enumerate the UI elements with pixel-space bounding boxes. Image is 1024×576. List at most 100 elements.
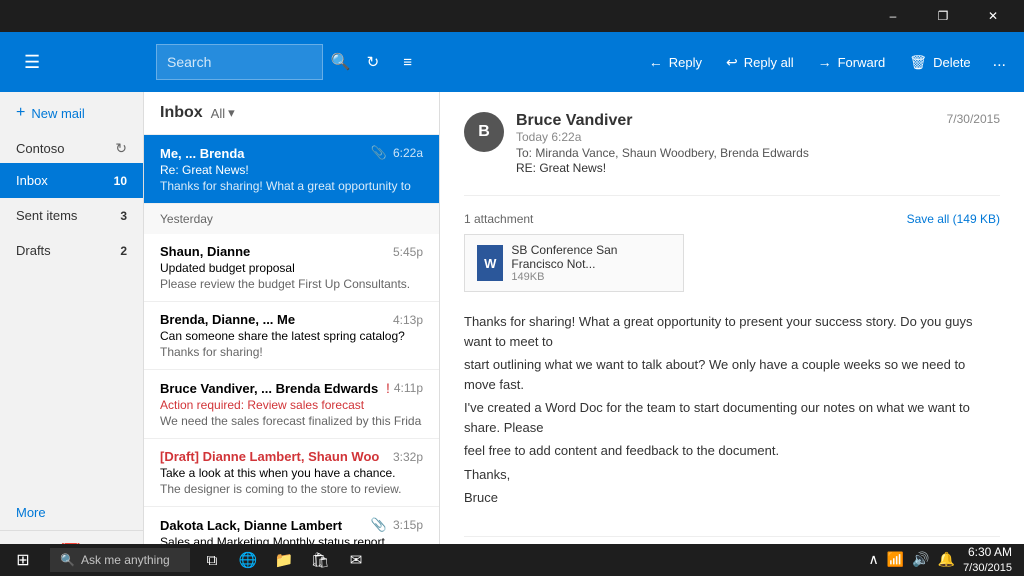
- attachment-name: SB Conference San Francisco Not...: [511, 243, 671, 271]
- email-view: B Bruce Vandiver Today 6:22a To: Miranda…: [440, 92, 1024, 576]
- store-icon[interactable]: 🛍: [302, 544, 338, 576]
- sidebar-item-drafts[interactable]: Drafts 2: [0, 233, 143, 268]
- email-subject: Updated budget proposal: [160, 261, 423, 275]
- email-preview: Please review the budget First Up Consul…: [160, 277, 423, 291]
- attachment-info: SB Conference San Francisco Not... 149KB: [511, 243, 671, 283]
- clock-date: 7/30/2015: [963, 561, 1012, 575]
- list-item[interactable]: Bruce Vandiver, ... Brenda Edwards ! 4:1…: [144, 370, 439, 439]
- forward-button[interactable]: → Forward: [806, 32, 898, 92]
- app-window: ☰ Search 🔍 ↻ ≡ ← Reply ↩ Reply all → For…: [0, 32, 1024, 576]
- filter-chevron-icon: ▾: [228, 105, 235, 121]
- reply-all-button[interactable]: ↩ Reply all: [714, 32, 806, 92]
- list-item[interactable]: [Draft] Dianne Lambert, Shaun Woo 3:32p …: [144, 439, 439, 507]
- body-line-3: I've created a Word Doc for the team to …: [464, 398, 1000, 437]
- email-body-divider: [464, 536, 1000, 537]
- email-sender: Dakota Lack, Dianne Lambert: [160, 518, 342, 533]
- refresh-button[interactable]: ↻: [359, 47, 388, 77]
- email-send-date: Today 6:22a: [516, 130, 935, 144]
- mail-taskbar-icon[interactable]: ✉: [338, 544, 374, 576]
- drafts-label: Drafts: [16, 243, 51, 258]
- email-sender: Shaun, Dianne: [160, 244, 250, 259]
- flag-icon: !: [386, 380, 390, 396]
- maximize-button[interactable]: ❐: [920, 0, 966, 32]
- save-all-link[interactable]: Save all (149 KB): [907, 212, 1000, 226]
- email-to-line: To: Miranda Vance, Shaun Woodbery, Brend…: [516, 146, 935, 160]
- start-button[interactable]: ⊞: [0, 544, 46, 576]
- avatar: B: [464, 112, 504, 152]
- filter-button[interactable]: All ▾: [211, 105, 235, 121]
- email-preview: Thanks for sharing!: [160, 345, 423, 359]
- attachment-row: 1 attachment Save all (149 KB): [464, 212, 1000, 226]
- list-item[interactable]: Me, ... Brenda 📎 6:22a Re: Great News! T…: [144, 135, 439, 204]
- notification-icon[interactable]: 🔔: [938, 551, 955, 568]
- close-button[interactable]: ✕: [970, 0, 1016, 32]
- tray-chevron-icon[interactable]: ∧: [869, 551, 879, 568]
- more-button[interactable]: ...: [983, 32, 1016, 92]
- list-icon-button[interactable]: ≡: [395, 48, 420, 77]
- nav-items: Inbox 10 Sent items 3 Drafts 2: [0, 163, 143, 495]
- new-mail-plus-icon: +: [16, 104, 25, 122]
- drafts-count: 2: [120, 244, 127, 258]
- email-actions: ← Reply ↩ Reply all → Forward 🗑 Delete .…: [637, 32, 1024, 92]
- list-item[interactable]: Brenda, Dianne, ... Me 4:13p Can someone…: [144, 302, 439, 370]
- minimize-button[interactable]: –: [870, 0, 916, 32]
- email-time: 3:32p: [393, 450, 423, 464]
- inbox-label: Inbox: [16, 173, 48, 188]
- edge-icon[interactable]: 🌐: [230, 544, 266, 576]
- email-from-name: Bruce Vandiver: [516, 112, 935, 130]
- file-explorer-icon[interactable]: 📁: [266, 544, 302, 576]
- email-sender: Bruce Vandiver, ... Brenda Edwards: [160, 381, 378, 396]
- email-subject: Take a look at this when you have a chan…: [160, 466, 423, 480]
- reply-label: Reply: [669, 55, 702, 70]
- delete-button[interactable]: 🗑 Delete: [897, 32, 982, 92]
- reply-button[interactable]: ← Reply: [637, 32, 714, 92]
- new-mail-button[interactable]: + New mail: [16, 104, 85, 122]
- body-line-1: Thanks for sharing! What a great opportu…: [464, 312, 1000, 351]
- sidebar-item-sent[interactable]: Sent items 3: [0, 198, 143, 233]
- nav-more[interactable]: More: [0, 495, 143, 530]
- cortana-search-icon: 🔍: [60, 553, 75, 567]
- email-re-line: RE: Great News!: [516, 161, 935, 175]
- sync-button[interactable]: ↻: [115, 140, 127, 157]
- email-sender: Me, ... Brenda: [160, 146, 245, 161]
- hamburger-button[interactable]: ☰: [16, 44, 48, 81]
- title-bar: – ❐ ✕: [0, 0, 1024, 32]
- email-time: 3:15p: [393, 518, 423, 532]
- system-time: 6:30 AM 7/30/2015: [963, 545, 1012, 575]
- list-item[interactable]: Shaun, Dianne 5:45p Updated budget propo…: [144, 234, 439, 302]
- email-view-header: B Bruce Vandiver Today 6:22a To: Miranda…: [464, 112, 1000, 175]
- attachment-item[interactable]: W SB Conference San Francisco Not... 149…: [464, 234, 684, 292]
- email-preview: We need the sales forecast finalized by …: [160, 414, 423, 428]
- sidebar-item-inbox[interactable]: Inbox 10: [0, 163, 143, 198]
- search-placeholder-text: Search: [167, 54, 211, 70]
- email-time: 5:45p: [393, 245, 423, 259]
- inbox-count: 10: [114, 174, 127, 188]
- network-icon[interactable]: 📶: [887, 551, 904, 568]
- email-time: 4:11p: [394, 381, 423, 395]
- cortana-area[interactable]: 🔍 Ask me anything: [50, 548, 190, 572]
- account-name: Contoso: [16, 141, 64, 156]
- email-sender: [Draft] Dianne Lambert, Shaun Woo: [160, 449, 379, 464]
- attachment-icon: 📎: [371, 517, 387, 533]
- taskbar: ⊞ 🔍 Ask me anything ⧉ 🌐 📁 🛍 ✉ ∧ 📶 🔊 🔔 6:…: [0, 544, 1024, 576]
- sent-label: Sent items: [16, 208, 77, 223]
- delete-icon: 🗑: [909, 54, 927, 71]
- sidebar-header: + New mail: [0, 92, 143, 134]
- search-icon-button[interactable]: 🔍: [331, 52, 351, 72]
- attachment-size: 149KB: [511, 271, 671, 283]
- search-input-wrapper[interactable]: Search: [156, 44, 323, 80]
- email-meta: Bruce Vandiver Today 6:22a To: Miranda V…: [516, 112, 935, 175]
- header-divider: [464, 195, 1000, 196]
- body-line-2: start outlining what we want to talk abo…: [464, 355, 1000, 394]
- email-date-right: 7/30/2015: [947, 112, 1000, 126]
- account-row: Contoso ↻: [0, 134, 143, 163]
- email-sender: Brenda, Dianne, ... Me: [160, 312, 295, 327]
- filter-label: All: [211, 106, 225, 121]
- attachment-icon: 📎: [371, 145, 387, 161]
- new-mail-label: New mail: [31, 106, 84, 121]
- main-content: + New mail Contoso ↻ Inbox 10 Sent items…: [0, 92, 1024, 576]
- body-line-6: Bruce: [464, 488, 1000, 508]
- task-view-icon[interactable]: ⧉: [194, 544, 230, 576]
- volume-icon[interactable]: 🔊: [912, 551, 929, 568]
- email-items: Me, ... Brenda 📎 6:22a Re: Great News! T…: [144, 135, 439, 576]
